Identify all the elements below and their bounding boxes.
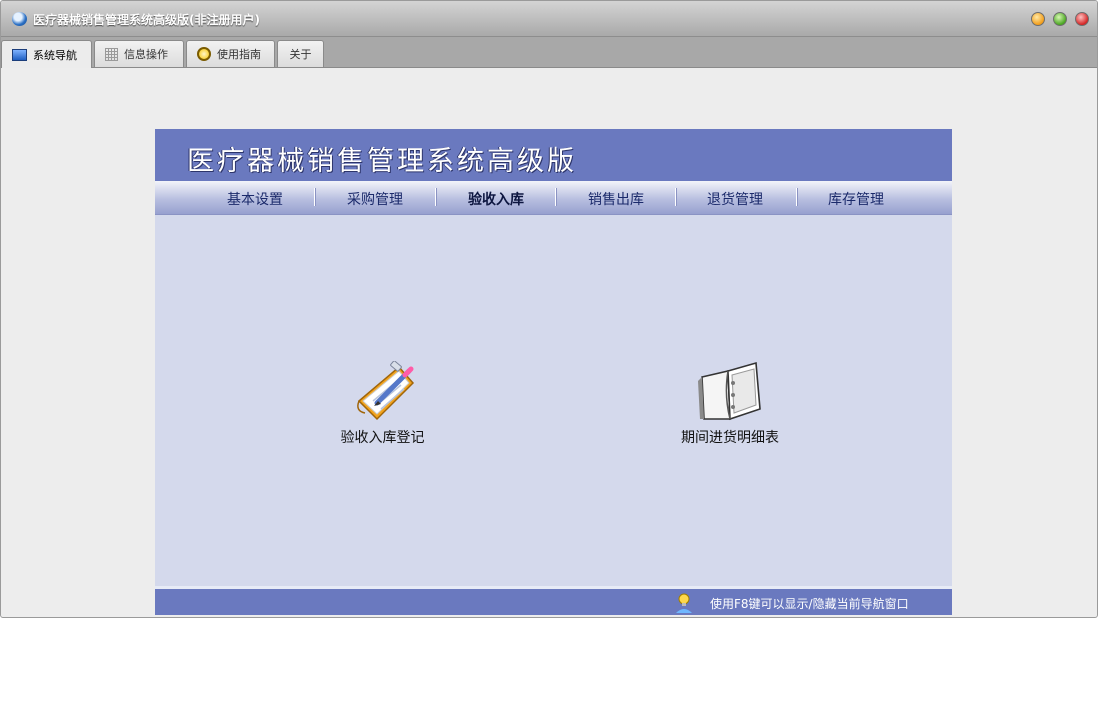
launcher-receiving-registration[interactable]: 验收入库登记 xyxy=(330,360,435,447)
tab-bar: 系统导航 信息操作 使用指南 关于 xyxy=(1,37,1097,68)
lightbulb-user-icon xyxy=(676,593,692,613)
tab-label: 使用指南 xyxy=(217,48,261,61)
minimize-button[interactable] xyxy=(1031,12,1045,26)
launcher-label: 期间进货明细表 xyxy=(681,430,779,446)
menu-item-basic-settings[interactable]: 基本设置 xyxy=(195,189,315,209)
status-footer: 使用F8键可以显示/隐藏当前导航窗口 xyxy=(155,589,952,615)
clipboard-pencil-icon xyxy=(356,360,414,421)
tab-system-navigation[interactable]: 系统导航 xyxy=(1,40,92,68)
tab-about[interactable]: 关于 xyxy=(277,40,324,67)
tab-label: 信息操作 xyxy=(124,48,168,61)
menu-item-sales-outbound[interactable]: 销售出库 xyxy=(556,189,676,209)
banner-title: 医疗器械销售管理系统高级版 xyxy=(187,146,577,177)
menu-item-receiving[interactable]: 验收入库 xyxy=(436,189,556,209)
window-controls xyxy=(1031,12,1089,26)
maximize-button[interactable] xyxy=(1053,12,1067,26)
launcher-label: 验收入库登记 xyxy=(340,430,425,446)
menu-item-purchasing[interactable]: 采购管理 xyxy=(315,189,435,209)
menu-item-returns[interactable]: 退货管理 xyxy=(675,189,795,209)
module-menu: 基本设置 采购管理 验收入库 销售出库 退货管理 库存管理 xyxy=(155,181,952,215)
tab-label: 系统导航 xyxy=(33,48,77,62)
app-logo-icon xyxy=(12,12,27,26)
close-button[interactable] xyxy=(1075,12,1089,26)
menu-item-inventory[interactable]: 库存管理 xyxy=(796,189,916,209)
app-window: 医疗器械销售管理系统高级版(非注册用户) 系统导航 信息操作 使用指南 关于 医… xyxy=(0,0,1098,618)
tab-user-guide[interactable]: 使用指南 xyxy=(186,40,275,67)
binder-icon xyxy=(698,361,761,421)
navigation-panel: 医疗器械销售管理系统高级版 基本设置 采购管理 验收入库 销售出库 退货管理 库… xyxy=(155,129,952,615)
launcher-period-purchase-details[interactable]: 期间进货明细表 xyxy=(670,361,790,447)
window-title: 医疗器械销售管理系统高级版(非注册用户) xyxy=(33,13,260,27)
monitor-icon xyxy=(12,48,27,61)
footer-hint: 使用F8键可以显示/隐藏当前导航窗口 xyxy=(710,597,909,611)
clock-icon xyxy=(197,47,211,61)
tab-label: 关于 xyxy=(289,48,312,61)
grid-icon xyxy=(105,47,118,61)
tab-info-operations[interactable]: 信息操作 xyxy=(94,40,184,67)
title-bar[interactable]: 医疗器械销售管理系统高级版(非注册用户) xyxy=(1,1,1097,37)
banner: 医疗器械销售管理系统高级版 xyxy=(155,129,952,181)
